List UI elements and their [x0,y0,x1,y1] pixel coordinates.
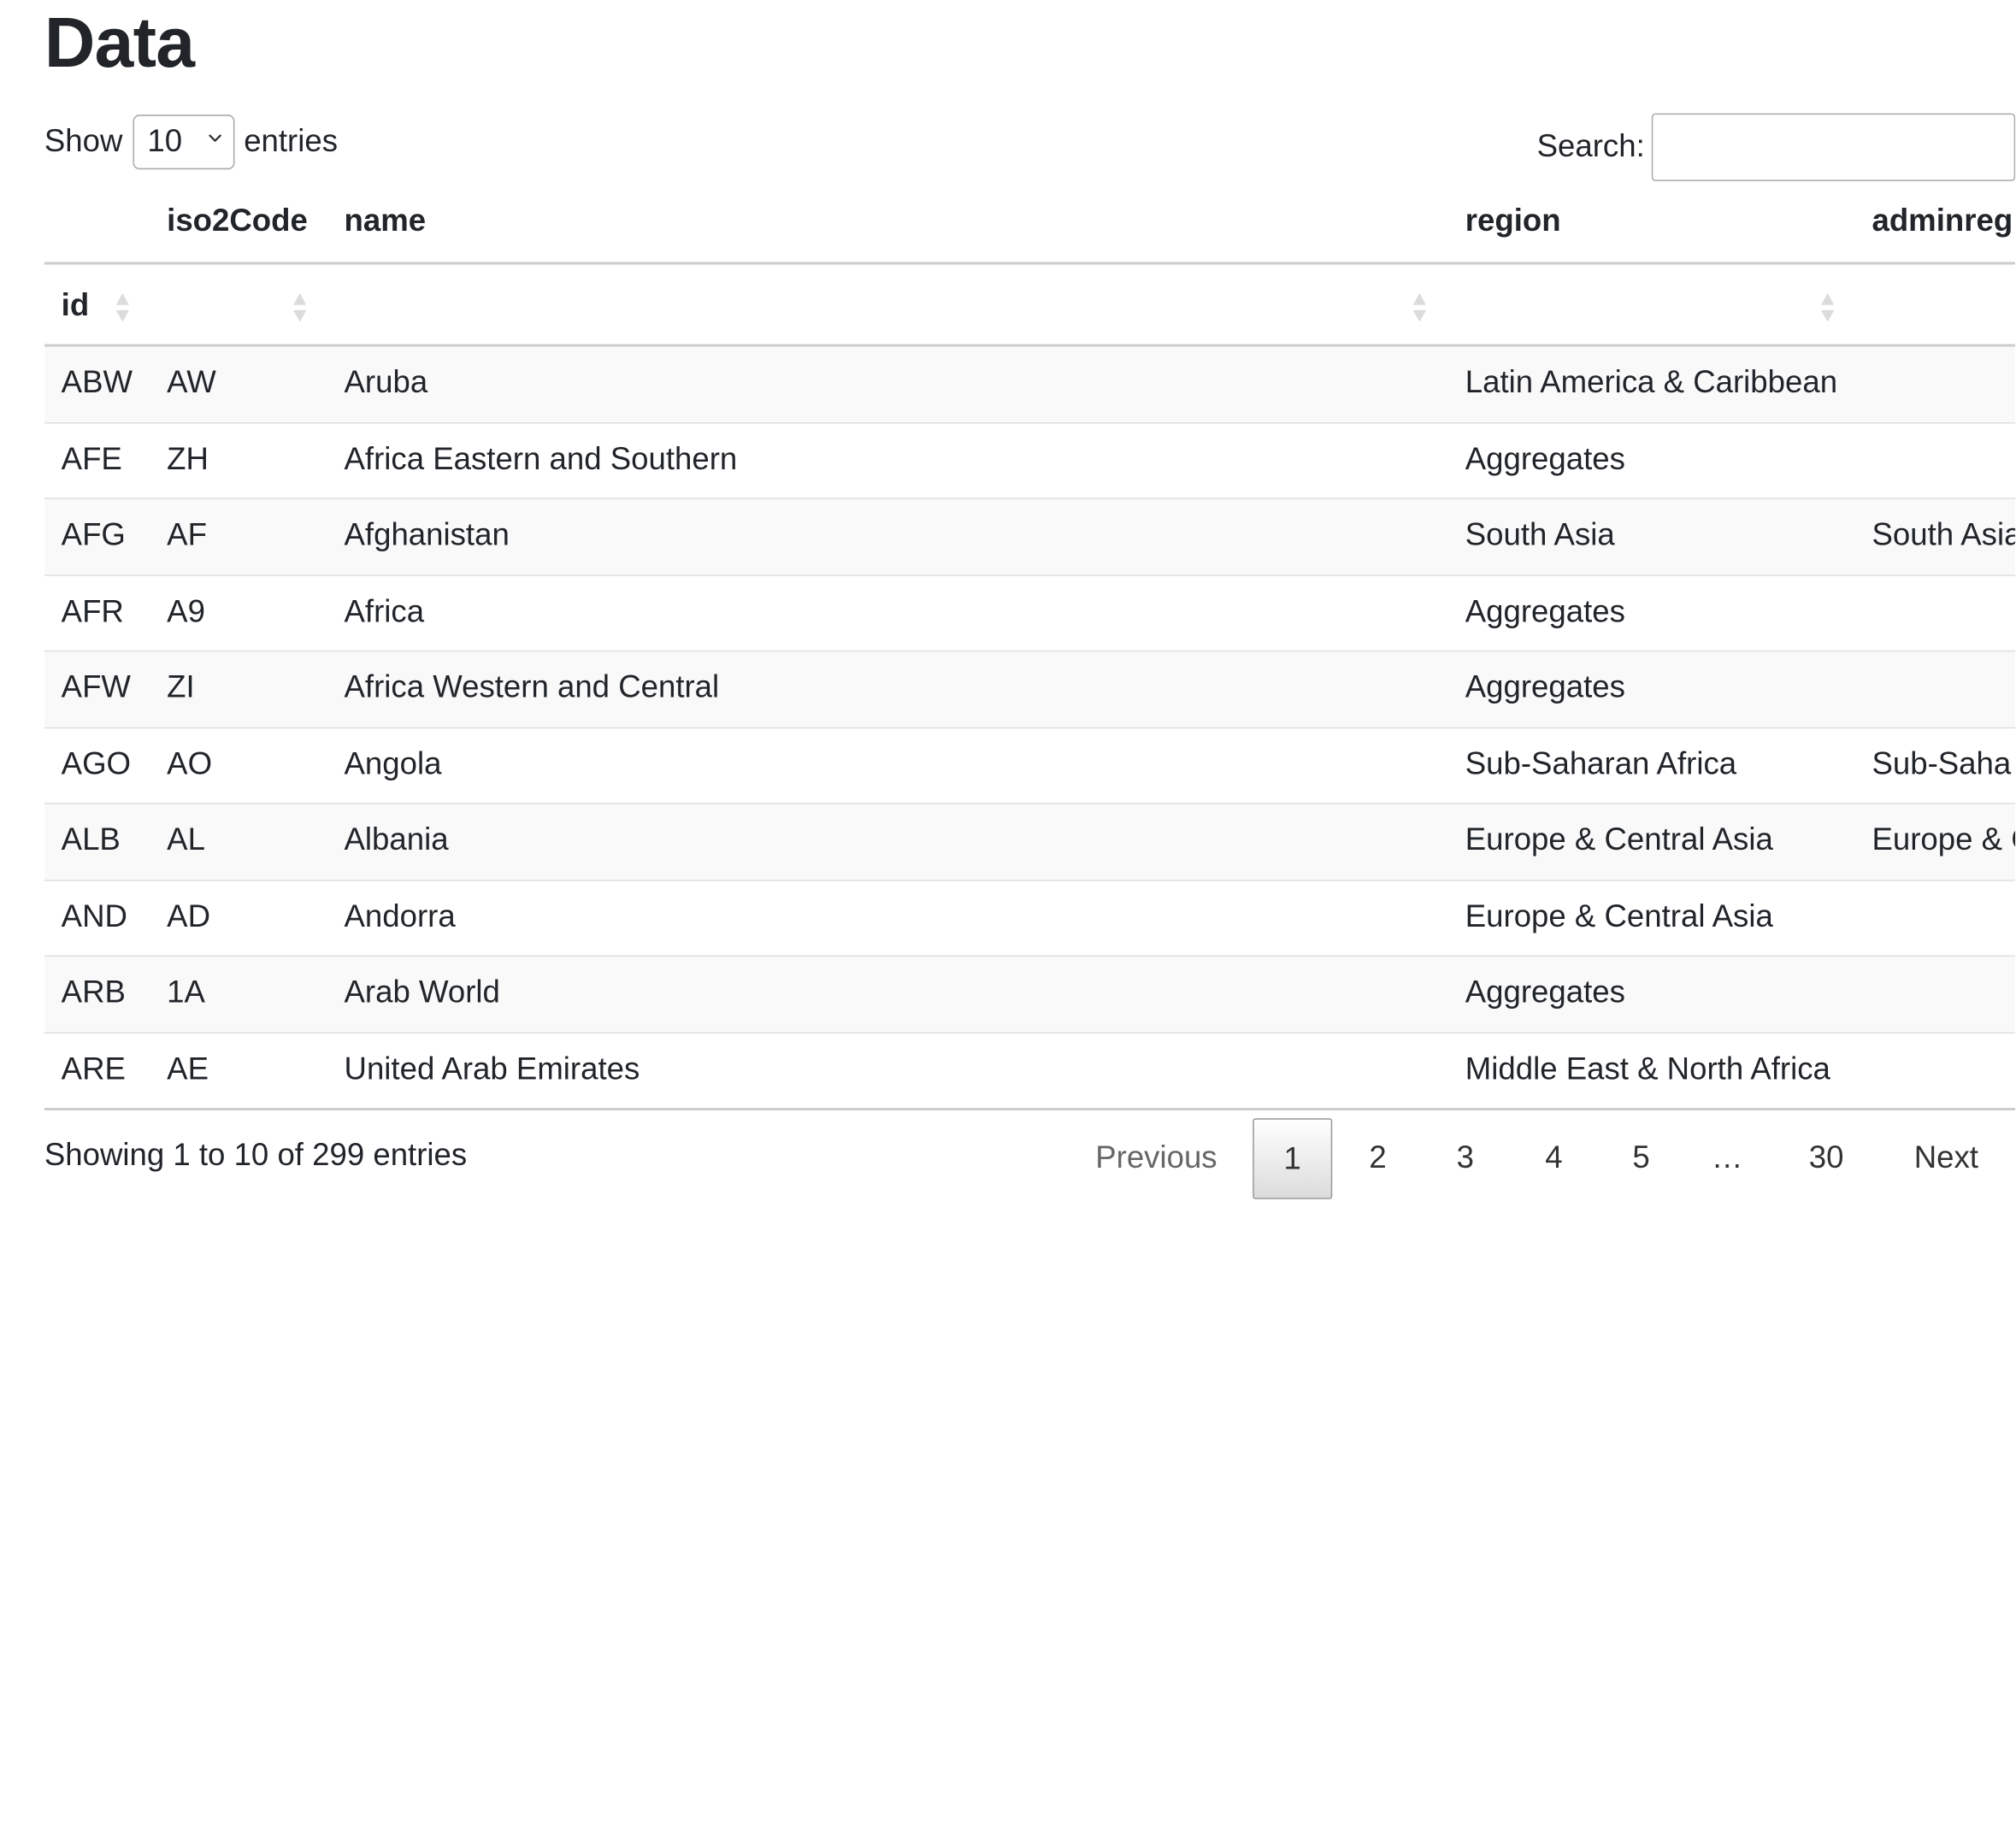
cell-name: Andorra [344,898,456,934]
cell-region: Latin America & Caribbean [1465,364,1838,401]
table-sort-row: id [44,265,2016,347]
cell-iso2code: AL [167,822,205,858]
page-button-3[interactable]: 3 [1429,1118,1501,1199]
cell-id: AFW [61,669,131,705]
page-button-4[interactable]: 4 [1518,1118,1590,1199]
table-row[interactable]: ARE AE United Arab Emirates Middle East … [44,1033,2016,1111]
cell-region: Aggregates [1465,593,1625,629]
entries-length-control: Show 10 entries [44,115,339,170]
data-table: iso2Code name region adminreg id ABW AW [44,182,2016,1111]
sort-both-icon[interactable] [292,292,308,324]
cell-region: Europe & Central Asia [1465,822,1773,858]
cell-name: Albania [344,822,449,858]
table-row[interactable]: AFE ZH Africa Eastern and Southern Aggre… [44,422,2016,499]
table-row[interactable]: AFG AF Afghanistan South Asia South Asia [44,498,2016,576]
cell-name: Africa Western and Central [344,669,720,705]
cell-id: ARE [61,1051,126,1086]
cell-iso2code: 1A [167,974,205,1010]
cell-iso2code: AE [167,1051,209,1086]
chevron-down-icon [209,134,221,142]
cell-region: Sub-Saharan Africa [1465,745,1737,782]
cell-adminregion: Europe & C [1872,822,2015,858]
sort-both-icon[interactable] [1412,292,1427,324]
cell-iso2code: AD [167,898,211,934]
cell-id: ALB [61,822,121,858]
table-body: ABW AW Aruba Latin America & Caribbean A… [44,346,2016,1111]
cell-iso2code: ZH [167,441,209,477]
table-row[interactable]: AND AD Andorra Europe & Central Asia [44,880,2016,957]
cell-region: Aggregates [1465,669,1625,705]
cell-id: AND [61,898,127,934]
table-row[interactable]: AFW ZI Africa Western and Central Aggreg… [44,651,2016,728]
pagination: Previous 1 2 3 4 5 … 30 Next [0,1118,2015,1199]
cell-name: Angola [344,745,442,782]
page-title: Data [44,3,195,83]
cell-id: AFE [61,441,122,477]
app-canvas: Data Show 10 entries Search: iso2Code na… [0,0,2016,1208]
cell-region: Middle East & North Africa [1465,1051,1830,1086]
column-header-region[interactable]: region [1465,203,1561,240]
column-header-iso2code[interactable]: iso2Code [167,203,308,240]
column-header-name[interactable]: name [345,203,427,240]
cell-iso2code: A9 [167,593,205,629]
table-row[interactable]: ABW AW Aruba Latin America & Caribbean [44,346,2016,423]
cell-region: Aggregates [1465,441,1625,477]
search-label: Search: [1536,128,1645,165]
cell-id: AFG [61,517,126,553]
table-row[interactable]: ALB AL Albania Europe & Central Asia Eur… [44,804,2016,880]
column-header-id[interactable]: id [62,288,90,325]
page-button-30[interactable]: 30 [1781,1118,1872,1199]
cell-name: United Arab Emirates [344,1051,640,1086]
cell-iso2code: AW [167,364,216,401]
table-row[interactable]: AGO AO Angola Sub-Saharan Africa Sub-Sah… [44,727,2016,804]
table-header-row: iso2Code name region adminreg [44,182,2016,265]
sort-both-icon[interactable] [115,292,130,324]
cell-adminregion: South Asia [1872,517,2016,553]
cell-name: Afghanistan [344,517,510,553]
pagination-ellipsis: … [1711,1140,1743,1176]
table-search-control: Search: [1536,113,2015,181]
cell-adminregion: Sub-Saha [1872,745,2012,782]
cell-id: AGO [61,745,131,782]
entries-per-page-select[interactable]: 10 [133,115,235,170]
entries-per-page-value: 10 [147,123,183,160]
cell-id: ABW [61,364,133,401]
cell-name: Africa [344,593,425,629]
cell-region: Europe & Central Asia [1465,898,1773,934]
page-button-1[interactable]: 1 [1253,1118,1333,1199]
next-page-button[interactable]: Next [1893,1118,2000,1199]
sort-both-icon[interactable] [1819,292,1835,324]
column-header-adminregion[interactable]: adminreg [1872,203,2013,240]
page-button-2[interactable]: 2 [1341,1118,1414,1199]
cell-iso2code: AO [167,745,213,782]
entries-label: entries [244,123,339,160]
page-button-5[interactable]: 5 [1605,1118,1677,1199]
cell-name: Arab World [344,974,500,1010]
cell-iso2code: ZI [167,669,195,705]
cell-region: Aggregates [1465,974,1625,1010]
search-input[interactable] [1651,113,2015,181]
show-label: Show [44,123,123,160]
cell-name: Aruba [344,364,428,401]
table-row[interactable]: ARB 1A Arab World Aggregates [44,957,2016,1033]
previous-page-button[interactable]: Previous [1071,1118,1241,1199]
cell-name: Africa Eastern and Southern [344,441,738,477]
cell-iso2code: AF [167,517,207,553]
table-row[interactable]: AFR A9 Africa Aggregates [44,575,2016,652]
cell-id: ARB [61,974,126,1010]
cell-id: AFR [61,593,124,629]
cell-region: South Asia [1465,517,1615,553]
